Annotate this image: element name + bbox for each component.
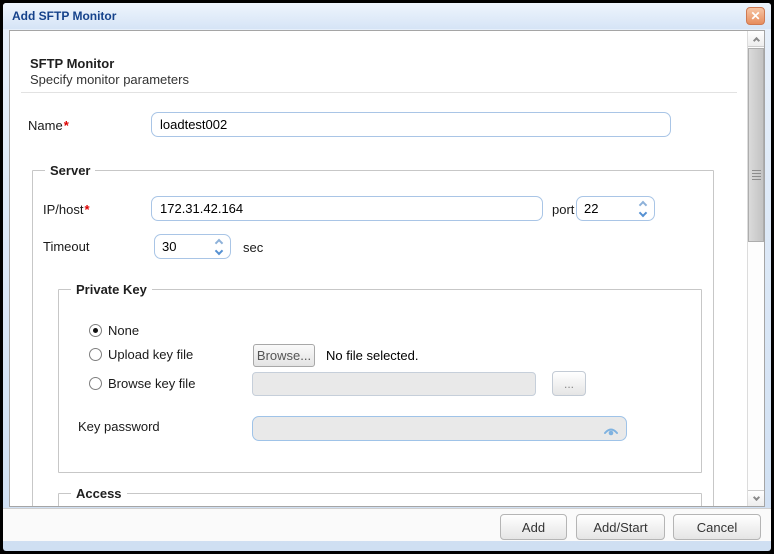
dialog-body-panel: SFTP Monitor Specify monitor parameters … <box>9 30 765 507</box>
no-file-selected-text: No file selected. <box>326 348 419 363</box>
spin-down-icon[interactable] <box>638 208 648 217</box>
radio-browse-key-file[interactable] <box>89 377 102 390</box>
port-spinner[interactable]: 22 <box>576 196 655 221</box>
chevron-down-icon <box>752 493 760 501</box>
vertical-scrollbar[interactable] <box>747 31 764 506</box>
thumb-grip-icon <box>752 169 761 171</box>
radio-none-label: None <box>108 323 140 338</box>
name-label: Name* <box>28 118 69 133</box>
chevron-up-icon <box>752 36 760 44</box>
ip-host-input[interactable]: 172.31.42.164 <box>151 196 543 221</box>
timeout-spinner-buttons[interactable] <box>211 235 227 258</box>
server-legend: Server <box>45 163 96 178</box>
page-title: SFTP Monitor <box>30 56 115 71</box>
browse-button[interactable]: Browse... <box>253 344 315 367</box>
form-content: SFTP Monitor Specify monitor parameters … <box>10 31 747 506</box>
private-key-legend: Private Key <box>71 282 152 297</box>
timeout-label: Timeout <box>43 239 90 254</box>
timeout-spinner[interactable]: 30 <box>154 234 231 259</box>
dialog-frame: Add SFTP Monitor ✕ SFTP Monitor Specify … <box>0 0 774 554</box>
cancel-button[interactable]: Cancel <box>673 514 761 540</box>
footer-toolbar: Add Add/Start Cancel <box>3 508 771 541</box>
add-sftp-monitor-dialog: Add SFTP Monitor ✕ SFTP Monitor Specify … <box>3 3 771 551</box>
close-icon: ✕ <box>750 9 761 23</box>
scrollbar-up-button[interactable] <box>748 31 764 47</box>
titlebar[interactable]: Add SFTP Monitor ✕ <box>3 3 771 29</box>
required-asterisk: * <box>84 202 90 217</box>
spin-down-icon[interactable] <box>214 246 224 255</box>
scrollbar-thumb[interactable] <box>748 48 764 242</box>
ip-host-label: IP/host* <box>43 202 90 217</box>
radio-upload-key-file[interactable] <box>89 348 102 361</box>
radio-upload-key-file-label: Upload key file <box>108 347 194 362</box>
close-button[interactable]: ✕ <box>746 7 765 25</box>
access-fieldset: Access <box>58 486 702 506</box>
add-start-button[interactable]: Add/Start <box>576 514 665 540</box>
name-input[interactable]: loadtest002 <box>151 112 671 137</box>
port-spinner-buttons[interactable] <box>635 197 651 220</box>
timeout-unit-label: sec <box>243 240 264 255</box>
header-divider <box>21 92 737 93</box>
page-subtitle: Specify monitor parameters <box>30 72 189 87</box>
dialog-title: Add SFTP Monitor <box>12 9 117 23</box>
port-label: port <box>552 202 575 217</box>
radio-browse-key-file-label: Browse key file <box>108 376 196 391</box>
reveal-password-icon[interactable] <box>602 422 620 436</box>
radio-none[interactable] <box>89 324 102 337</box>
key-password-input[interactable] <box>252 416 627 441</box>
add-button[interactable]: Add <box>500 514 567 540</box>
access-legend: Access <box>71 486 127 501</box>
spin-up-icon[interactable] <box>214 238 224 247</box>
scrollbar-down-button[interactable] <box>748 490 764 506</box>
key-password-label: Key password <box>78 419 160 434</box>
required-asterisk: * <box>63 118 69 133</box>
key-file-path-input[interactable] <box>252 372 536 396</box>
browse-more-button[interactable]: ... <box>552 371 586 396</box>
spin-up-icon[interactable] <box>638 200 648 209</box>
